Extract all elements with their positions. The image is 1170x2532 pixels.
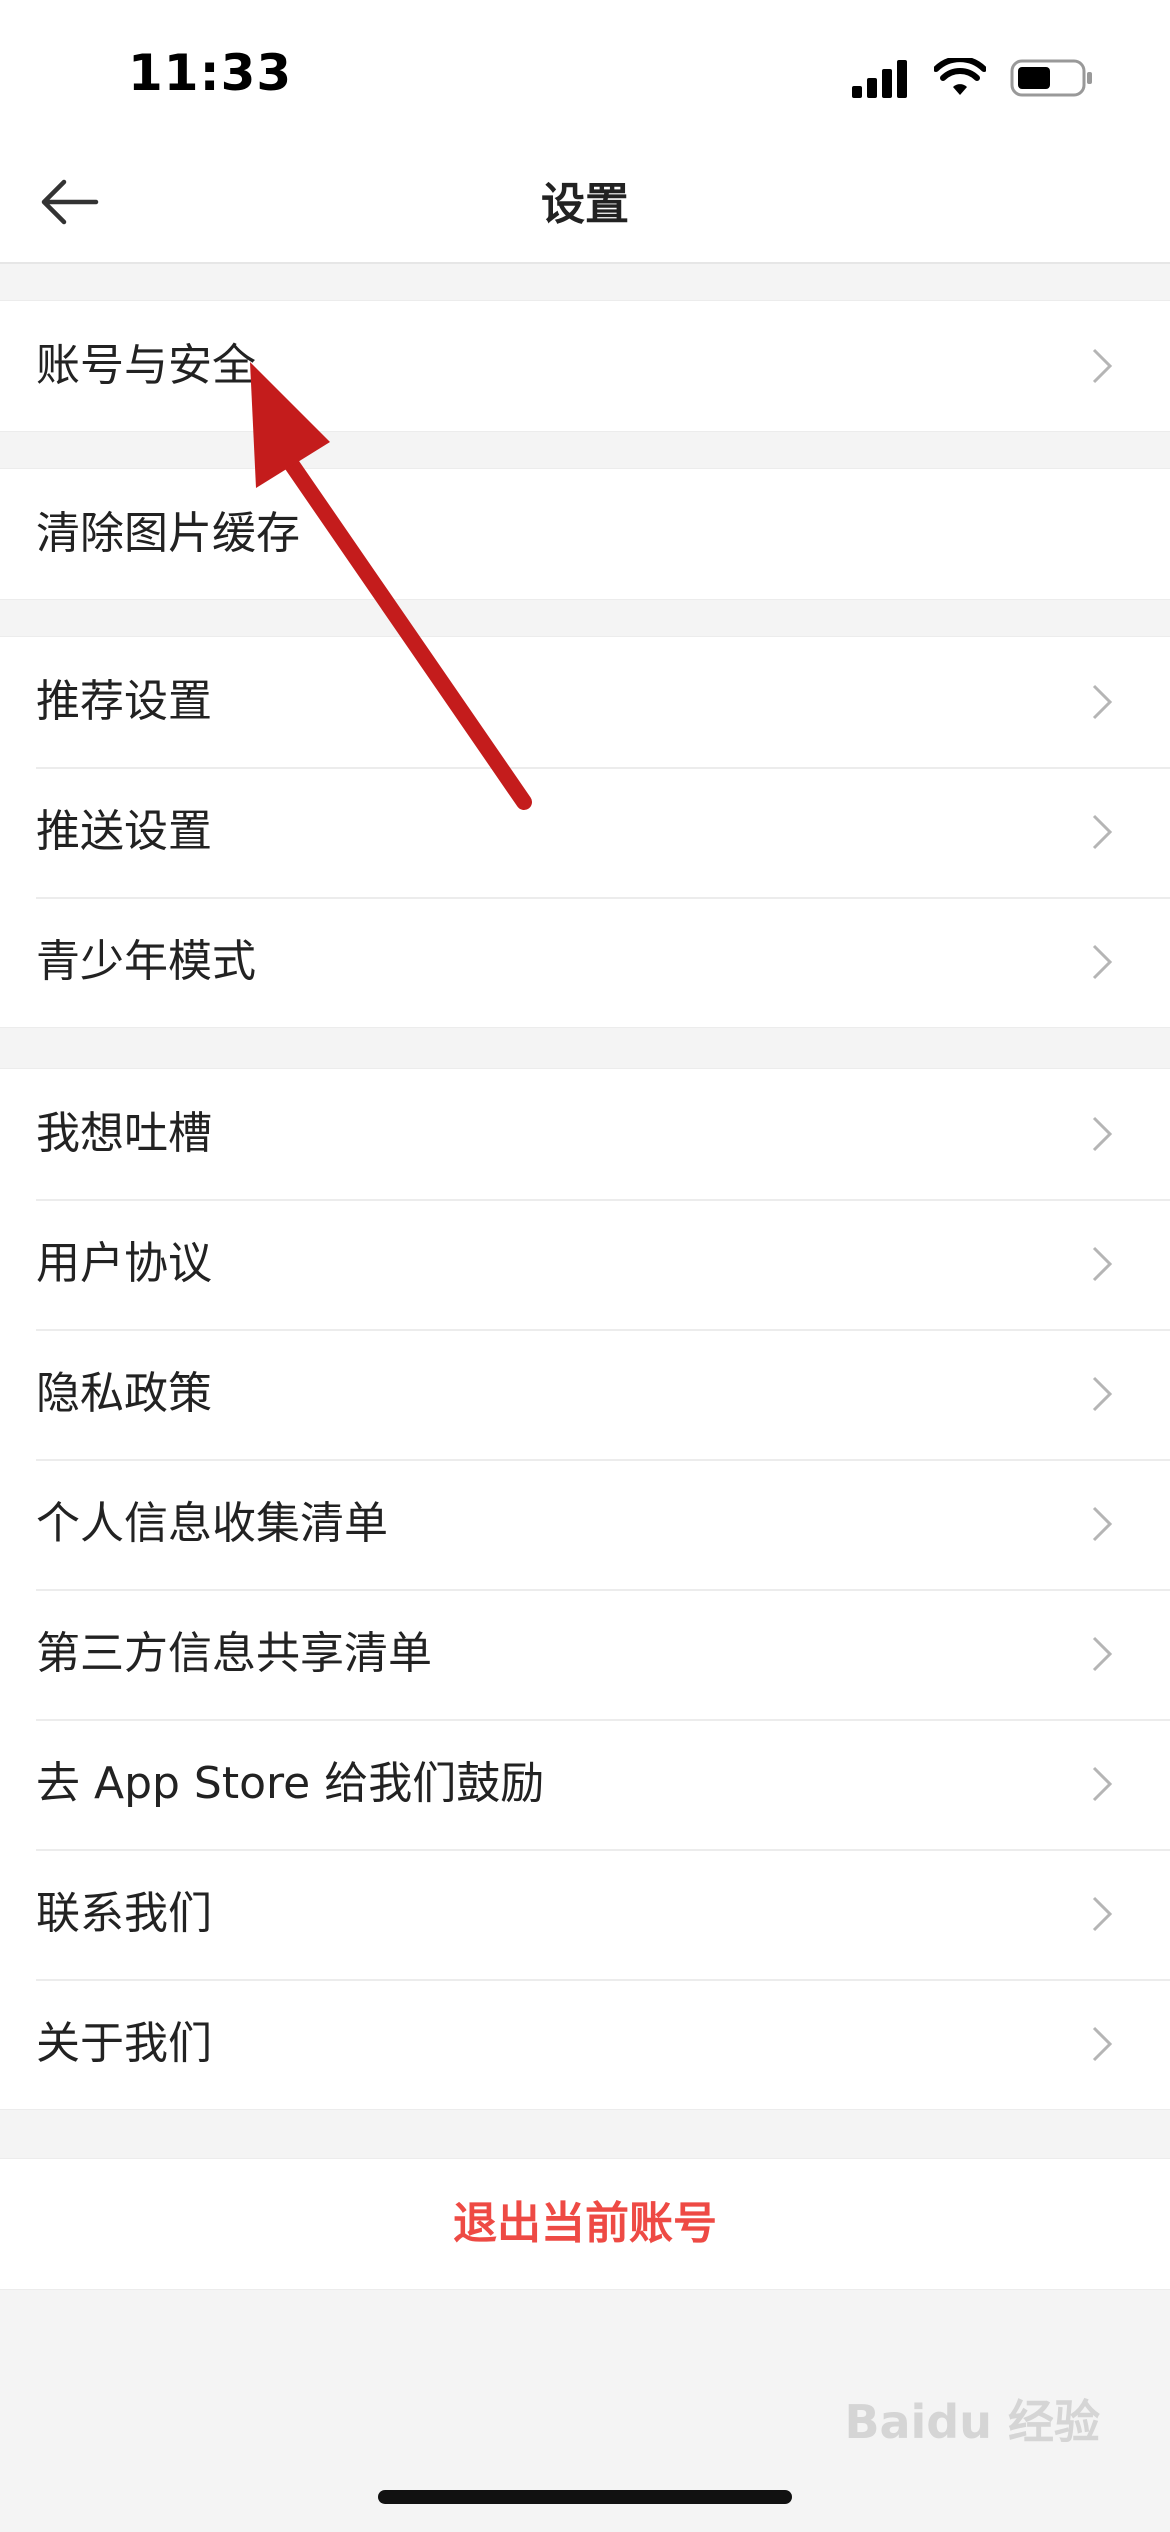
settings-item-label: 关于我们 — [36, 2018, 212, 2069]
page-title: 设置 — [541, 179, 629, 230]
settings-item-personal-info-list[interactable]: 个人信息收集清单 — [0, 1459, 1170, 1589]
settings-item-teen-mode[interactable]: 青少年模式 — [0, 897, 1170, 1027]
settings-item-push[interactable]: 推送设置 — [0, 767, 1170, 897]
settings-item-label: 联系我们 — [36, 1888, 212, 1939]
settings-group-preferences: 推荐设置 推送设置 青少年模式 — [0, 636, 1170, 1028]
settings-item-third-party-sharing-list[interactable]: 第三方信息共享清单 — [0, 1589, 1170, 1719]
logout-group: 退出当前账号 — [0, 2158, 1170, 2290]
status-icons — [852, 56, 1094, 100]
status-time: 11:33 — [128, 44, 293, 102]
chevron-right-icon — [1092, 348, 1113, 384]
settings-item-about-us[interactable]: 关于我们 — [0, 1979, 1170, 2109]
settings-item-account-security[interactable]: 账号与安全 — [0, 301, 1170, 431]
cellular-signal-icon — [852, 60, 907, 98]
settings-item-label: 推送设置 — [36, 806, 212, 857]
chevron-right-icon — [1092, 1506, 1113, 1542]
settings-item-recommendation[interactable]: 推荐设置 — [0, 637, 1170, 767]
status-bar: 11:33 — [0, 0, 1170, 140]
logout-button[interactable]: 退出当前账号 — [0, 2159, 1170, 2289]
settings-item-label: 清除图片缓存 — [36, 508, 300, 559]
settings-item-label: 账号与安全 — [36, 340, 256, 391]
chevron-right-icon — [1092, 1636, 1113, 1672]
settings-item-label: 第三方信息共享清单 — [36, 1628, 432, 1679]
wifi-icon — [934, 58, 986, 95]
settings-item-feedback[interactable]: 我想吐槽 — [0, 1069, 1170, 1199]
settings-item-label: 去 App Store 给我们鼓励 — [36, 1758, 545, 1809]
chevron-right-icon — [1092, 1246, 1113, 1282]
chevron-right-icon — [1092, 944, 1113, 980]
chevron-right-icon — [1092, 684, 1113, 720]
settings-item-label: 隐私政策 — [36, 1368, 212, 1419]
settings-item-label: 用户协议 — [36, 1238, 212, 1289]
home-indicator[interactable] — [378, 2490, 792, 2504]
settings-item-label: 我想吐槽 — [36, 1108, 212, 1159]
settings-item-label: 推荐设置 — [36, 676, 212, 727]
settings-group-cache: 清除图片缓存 — [0, 468, 1170, 600]
settings-item-rate-app-store[interactable]: 去 App Store 给我们鼓励 — [0, 1719, 1170, 1849]
settings-item-clear-image-cache[interactable]: 清除图片缓存 — [0, 469, 1170, 599]
chevron-right-icon — [1092, 1116, 1113, 1152]
settings-item-label: 个人信息收集清单 — [36, 1498, 388, 1549]
chevron-right-icon — [1092, 1896, 1113, 1932]
battery-icon — [1010, 59, 1092, 97]
chevron-right-icon — [1092, 814, 1113, 850]
settings-item-label: 青少年模式 — [36, 936, 256, 987]
chevron-right-icon — [1092, 1376, 1113, 1412]
settings-group-account: 账号与安全 — [0, 300, 1170, 432]
settings-item-privacy-policy[interactable]: 隐私政策 — [0, 1329, 1170, 1459]
settings-item-contact-us[interactable]: 联系我们 — [0, 1849, 1170, 1979]
settings-item-user-agreement[interactable]: 用户协议 — [0, 1199, 1170, 1329]
chevron-right-icon — [1092, 2026, 1113, 2062]
chevron-right-icon — [1092, 1766, 1113, 1802]
navigation-bar: 设置 — [0, 140, 1170, 264]
watermark-logo: Baidu 经验 — [844, 2395, 1100, 2449]
settings-group-about: 我想吐槽 用户协议 隐私政策 个人信息收集清单 第三方信息共享清单 去 App … — [0, 1068, 1170, 2110]
